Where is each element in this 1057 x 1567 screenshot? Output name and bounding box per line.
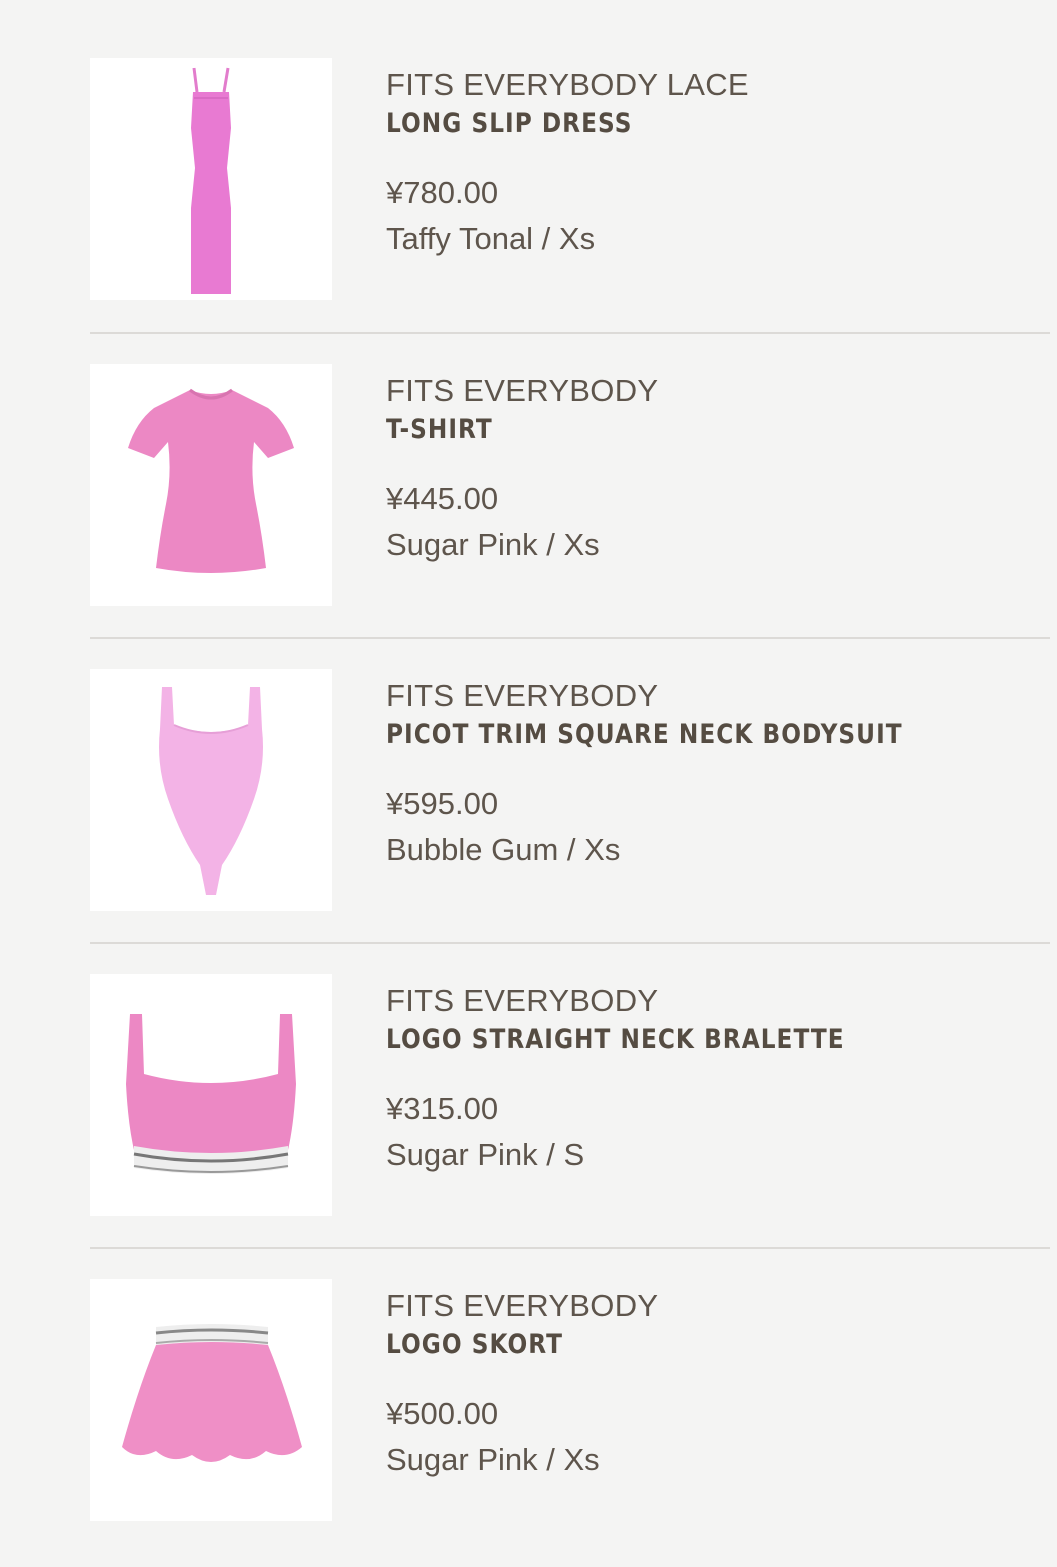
item-divider [90,637,1050,639]
product-variant: Sugar Pink / Xs [386,527,600,562]
product-price: ¥500.00 [386,1396,499,1431]
product-info: FITS EVERYBODY LOGO STRAIGHT NECK BRALET… [386,982,1046,1174]
pink-bodysuit-image [159,687,263,895]
cart-item[interactable]: FITS EVERYBODY T-SHIRT ¥445.00 Sugar Pin… [90,364,1050,608]
product-name[interactable]: T-SHIRT [386,410,954,450]
pink-bralette-image [126,1014,296,1174]
product-info: FITS EVERYBODY T-SHIRT ¥445.00 Sugar Pin… [386,372,1046,564]
product-price: ¥315.00 [386,1091,499,1126]
product-brand: FITS EVERYBODY [386,373,659,408]
product-image[interactable] [90,974,332,1216]
product-info: FITS EVERYBODY LOGO SKORT ¥500.00 Sugar … [386,1287,1046,1479]
product-variant: Bubble Gum / Xs [386,832,621,867]
cart-item[interactable]: FITS EVERYBODY PICOT TRIM SQUARE NECK BO… [90,669,1050,913]
product-variant: Taffy Tonal / Xs [386,221,596,256]
product-image[interactable] [90,1279,332,1521]
product-variant: Sugar Pink / Xs [386,1442,600,1477]
product-name[interactable]: LOGO STRAIGHT NECK BRALETTE [386,1020,954,1060]
pink-slip-dress-image [191,67,231,294]
cart-item[interactable]: FITS EVERYBODY LOGO SKORT ¥500.00 Sugar … [90,1279,1050,1523]
product-price: ¥595.00 [386,786,499,821]
item-divider [90,1247,1050,1249]
product-brand: FITS EVERYBODY [386,1288,659,1323]
product-info: FITS EVERYBODY LACE LONG SLIP DRESS ¥780… [386,66,1046,258]
cart-item-list: FITS EVERYBODY LACE LONG SLIP DRESS ¥780… [0,0,1057,1567]
product-name[interactable]: LONG SLIP DRESS [386,104,954,144]
product-price: ¥445.00 [386,481,499,516]
product-image[interactable] [90,58,332,300]
product-image[interactable] [90,669,332,911]
product-variant: Sugar Pink / S [386,1137,585,1172]
product-info: FITS EVERYBODY PICOT TRIM SQUARE NECK BO… [386,677,1046,869]
product-brand: FITS EVERYBODY [386,678,659,713]
item-divider [90,332,1050,334]
cart-item[interactable]: FITS EVERYBODY LOGO STRAIGHT NECK BRALET… [90,974,1050,1218]
product-price: ¥780.00 [386,175,499,210]
pink-tshirt-image [128,388,294,573]
product-brand: FITS EVERYBODY LACE [386,67,749,102]
product-brand: FITS EVERYBODY [386,983,659,1018]
cart-item[interactable]: FITS EVERYBODY LACE LONG SLIP DRESS ¥780… [90,58,1050,302]
pink-skort-image [122,1324,302,1462]
item-divider [90,942,1050,944]
product-name[interactable]: PICOT TRIM SQUARE NECK BODYSUIT [386,715,954,755]
product-name[interactable]: LOGO SKORT [386,1325,954,1365]
product-image[interactable] [90,364,332,606]
